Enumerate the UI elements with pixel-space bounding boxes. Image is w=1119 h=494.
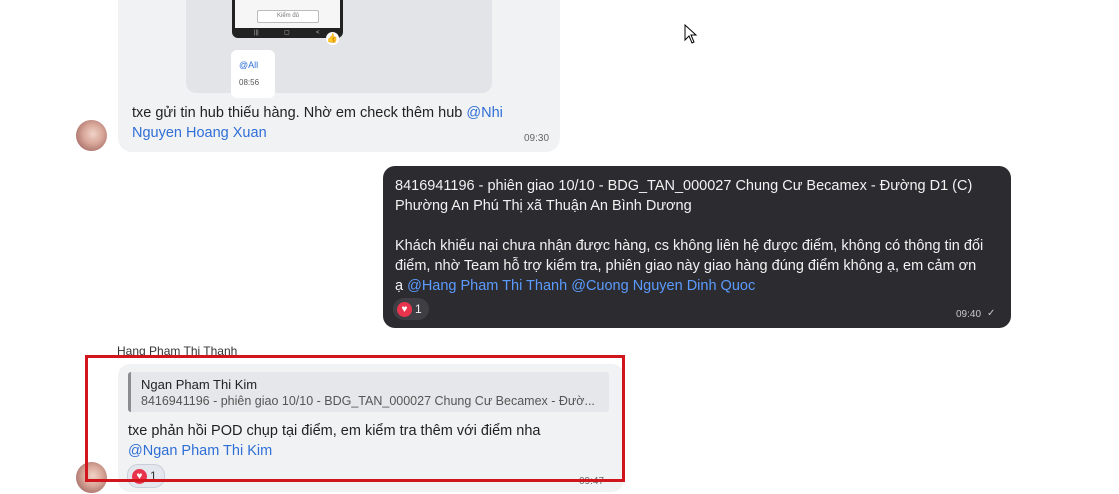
mini-mention: @All: [239, 60, 259, 70]
avatar[interactable]: [76, 462, 107, 493]
avatar[interactable]: [76, 120, 107, 151]
mention-link[interactable]: Nguyen Hoang Xuan: [132, 125, 267, 141]
nav-menu-icon: |||: [254, 30, 259, 36]
mention-link[interactable]: @Hang Pham Thi Thanh: [407, 278, 567, 294]
message-bubble-outgoing[interactable]: 8416941196 - phiên giao 10/10 - BDG_TAN_…: [383, 166, 1011, 328]
reaction-count: 1: [415, 302, 422, 316]
reaction-badge[interactable]: ♥ 1: [127, 464, 165, 488]
quote-text: 8416941196 - phiên giao 10/10 - BDG_TAN_…: [141, 394, 595, 408]
message-text: 8416941196 - phiên giao 10/10 - BDG_TAN_…: [395, 178, 984, 294]
message-bubble-incoming[interactable]: Kiểm đủ ||| ▢ < 👍 @All 08:56 txe gửi tin…: [118, 0, 560, 152]
message-text: txe gửi tin hub thiếu hàng. Nhờ em check…: [132, 105, 503, 141]
nav-back-icon: <: [316, 30, 320, 36]
image-attachment[interactable]: Kiểm đủ ||| ▢ < 👍 @All 08:56: [186, 0, 492, 98]
reaction-count: 1: [150, 469, 157, 483]
mini-time: 08:56: [239, 78, 260, 87]
quoted-message[interactable]: Ngan Pham Thi Kim 8416941196 - phiên gia…: [128, 372, 609, 412]
reaction-badge[interactable]: ♥ 1: [393, 298, 429, 320]
message-time: 09:30: [524, 133, 550, 144]
message-time: 09:47: [579, 476, 605, 487]
quote-author: Ngan Pham Thi Kim: [141, 377, 258, 392]
message-time: 09:40: [956, 309, 982, 320]
mention-link[interactable]: @Ngan Pham Thi Kim: [128, 443, 272, 459]
mini-message-card: @All 08:56: [231, 50, 275, 98]
message-text: txe phản hồi POD chụp tại điểm, em kiểm …: [128, 423, 541, 459]
heart-icon: ♥: [397, 301, 412, 317]
mention-link[interactable]: @Nhi: [466, 105, 502, 121]
message-bubble-incoming[interactable]: Ngan Pham Thi Kim 8416941196 - phiên gia…: [118, 364, 624, 492]
mention-link[interactable]: @Cuong Nguyen Dinh Quoc: [571, 278, 755, 294]
nav-home-icon: ▢: [284, 30, 290, 36]
sender-name: Hang Pham Thi Thanh: [117, 344, 238, 358]
thumbs-up-icon: 👍: [326, 32, 339, 45]
cursor-icon: [684, 24, 698, 44]
check-icon: ✓: [987, 308, 996, 319]
heart-icon: ♥: [132, 468, 147, 484]
phone-check-button: Kiểm đủ: [257, 10, 319, 23]
